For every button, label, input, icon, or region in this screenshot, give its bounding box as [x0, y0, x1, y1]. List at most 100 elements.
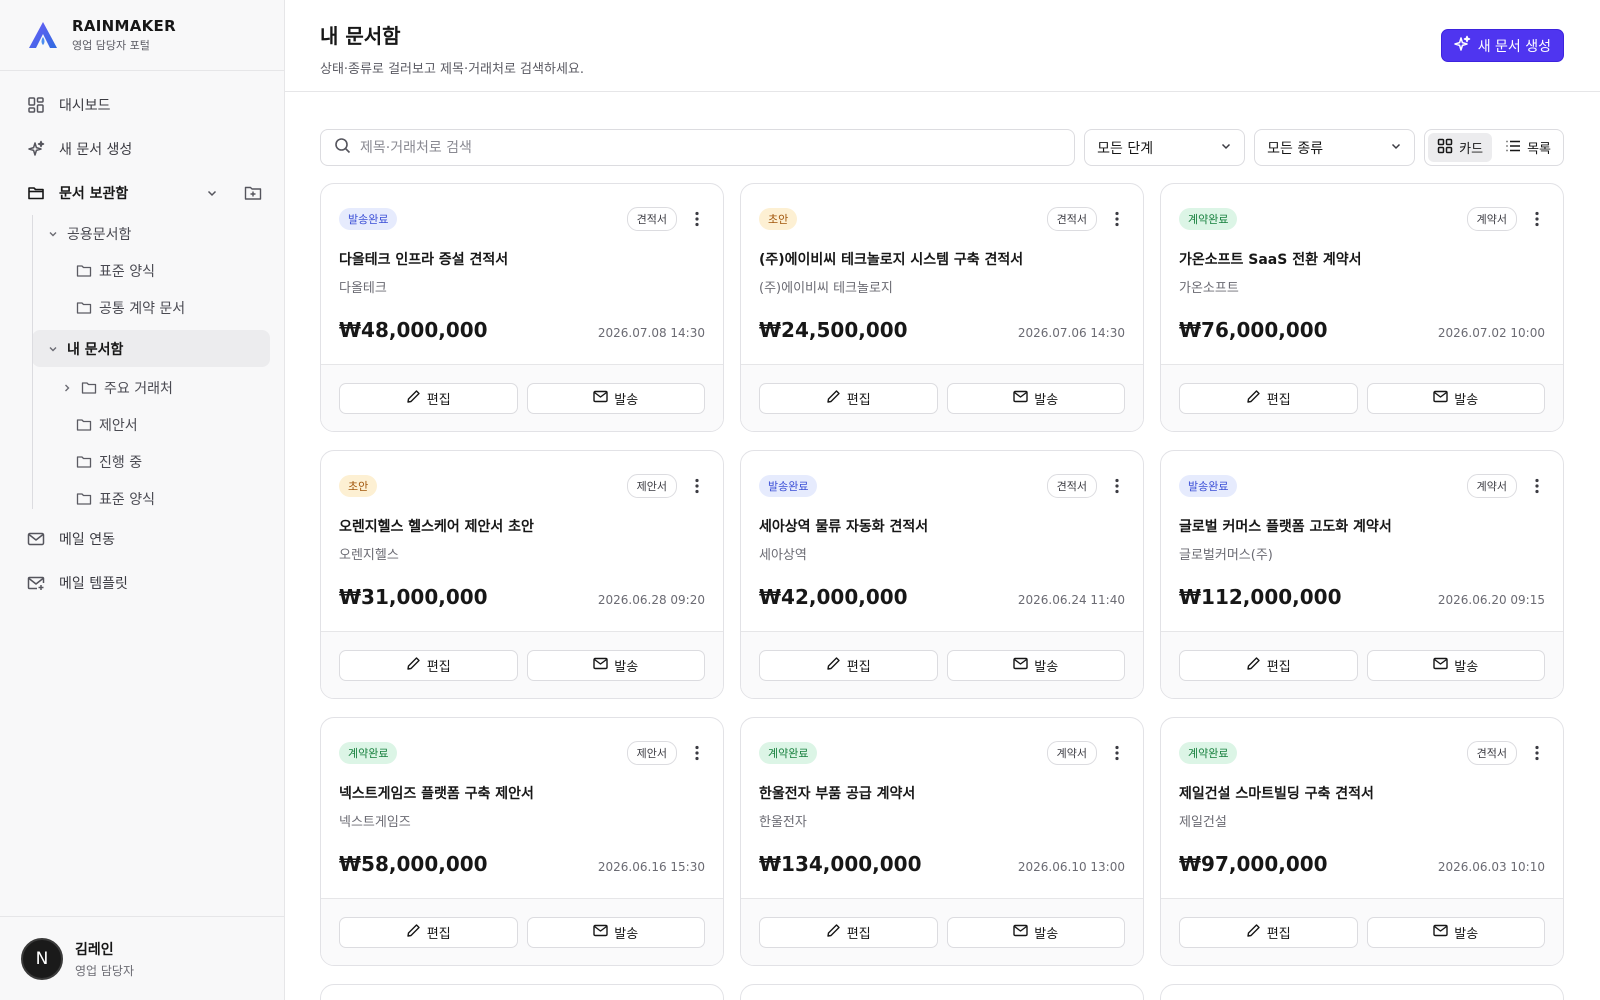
document-card[interactable]: 계약완료 견적서 제일건설 스마트빌딩 구축 견적서 제일건설 ₩97,000,…	[1160, 717, 1564, 966]
user-role: 영업 담당자	[75, 963, 135, 978]
edit-label: 편집	[426, 926, 451, 942]
brand-name: RAINMAKER	[72, 16, 176, 35]
new-document-button[interactable]: 새 문서 생성	[1440, 29, 1564, 62]
send-button[interactable]: 발송	[1366, 649, 1545, 681]
document-date: 2026.07.06 14:30	[1017, 326, 1125, 340]
folder-shared-standard[interactable]: 표준 양식	[32, 252, 270, 289]
edit-button[interactable]: 편집	[339, 382, 518, 414]
status-badge: 발송완료	[339, 208, 398, 230]
more-options-icon[interactable]	[1109, 477, 1125, 495]
edit-button[interactable]: 편집	[1179, 382, 1358, 414]
pencil-icon	[826, 923, 841, 942]
document-amount: ₩134,000,000	[759, 852, 922, 876]
sidebar-item-doc-box[interactable]: 문서 보관함	[14, 171, 270, 215]
document-amount: ₩48,000,000	[339, 318, 488, 342]
add-folder-icon[interactable]	[242, 182, 264, 204]
folder-icon	[76, 300, 92, 316]
client-name: 다올테크	[339, 281, 387, 296]
document-card[interactable]: 계약완료 계약서 가온소프트 SaaS 전환 계약서 가온소프트 ₩76,000…	[1160, 183, 1564, 432]
folder-proposals[interactable]: 제안서	[32, 406, 270, 443]
document-card[interactable]: 초안 제안서 오렌지헬스 헬스케어 제안서 초안 오렌지헬스 ₩31,000,0…	[320, 450, 724, 699]
send-button[interactable]: 발송	[1366, 916, 1545, 948]
more-options-icon[interactable]	[1109, 744, 1125, 762]
view-card-button[interactable]: 카드	[1428, 133, 1493, 162]
document-card[interactable]: 발송완료 견적서 세아상역 물류 자동화 견적서 세아상역 ₩42,000,00…	[740, 450, 1144, 699]
mail-icon	[1013, 924, 1028, 941]
edit-button[interactable]: 편집	[339, 649, 518, 681]
doc-type-badge: 견적서	[1046, 207, 1097, 231]
document-card-partial[interactable]	[320, 984, 724, 1000]
user-profile[interactable]: N 김레인 영업 담당자	[0, 916, 284, 1000]
send-button[interactable]: 발송	[946, 916, 1125, 948]
sidebar-item-dashboard[interactable]: 대시보드	[14, 83, 270, 127]
send-button[interactable]: 발송	[526, 382, 705, 414]
folder-icon	[81, 380, 97, 396]
dashboard-icon	[26, 95, 46, 115]
stage-select-value: 모든 단계	[1097, 140, 1154, 157]
status-badge: 발송완료	[759, 475, 818, 497]
document-card[interactable]: 초안 견적서 (주)에이비씨 테크놀로지 시스템 구축 견적서 (주)에이비씨 …	[740, 183, 1144, 432]
folder-my-standard[interactable]: 표준 양식	[32, 480, 270, 517]
search-box[interactable]	[320, 129, 1076, 166]
page-subtitle: 상태·종류로 걸러보고 제목·거래처로 검색하세요.	[320, 62, 584, 77]
more-options-icon[interactable]	[1529, 210, 1545, 228]
send-button[interactable]: 발송	[1366, 382, 1545, 414]
folder-shared-contracts[interactable]: 공통 계약 문서	[32, 289, 270, 326]
edit-button[interactable]: 편집	[759, 649, 938, 681]
user-name: 김레인	[75, 941, 114, 958]
document-amount: ₩42,000,000	[759, 585, 908, 609]
folder-in-progress[interactable]: 진행 중	[32, 443, 270, 480]
more-options-icon[interactable]	[1529, 744, 1545, 762]
document-amount: ₩31,000,000	[339, 585, 488, 609]
doc-type-badge: 견적서	[1466, 741, 1517, 765]
edit-button[interactable]: 편집	[1179, 649, 1358, 681]
document-amount: ₩24,500,000	[759, 318, 908, 342]
send-label: 발송	[614, 659, 639, 675]
sparkles-icon	[1453, 35, 1471, 57]
sidebar-item-new-doc[interactable]: 새 문서 생성	[14, 127, 270, 171]
edit-button[interactable]: 편집	[759, 916, 938, 948]
document-card-partial[interactable]	[740, 984, 1144, 1000]
document-title: (주)에이비씨 테크놀로지 시스템 구축 견적서	[759, 252, 1024, 268]
rainmaker-logo-icon	[26, 20, 60, 50]
sidebar-item-mail-template[interactable]: 메일 템플릿	[14, 561, 270, 605]
send-button[interactable]: 발송	[946, 382, 1125, 414]
send-button[interactable]: 발송	[946, 649, 1125, 681]
edit-button[interactable]: 편집	[759, 382, 938, 414]
more-options-icon[interactable]	[689, 210, 705, 228]
sidebar-item-mail-link[interactable]: 메일 연동	[14, 517, 270, 561]
stage-select[interactable]: 모든 단계	[1084, 129, 1246, 166]
client-name: 오렌지헬스	[339, 548, 399, 563]
folder-my-box[interactable]: 내 문서함	[32, 330, 270, 367]
folder-label: 제안서	[99, 417, 138, 434]
mail-icon	[593, 657, 608, 674]
type-select[interactable]: 모든 종류	[1254, 129, 1416, 166]
send-button[interactable]: 발송	[526, 649, 705, 681]
mail-icon	[593, 924, 608, 941]
pencil-icon	[1246, 656, 1261, 675]
more-options-icon[interactable]	[1529, 477, 1545, 495]
chevron-down-icon[interactable]	[201, 182, 223, 204]
document-card[interactable]: 계약완료 계약서 한울전자 부품 공급 계약서 한울전자 ₩134,000,00…	[740, 717, 1144, 966]
document-card[interactable]: 계약완료 제안서 넥스트게임즈 플랫폼 구축 제안서 넥스트게임즈 ₩58,00…	[320, 717, 724, 966]
pencil-icon	[826, 656, 841, 675]
view-list-button[interactable]: 목록	[1496, 133, 1560, 162]
folder-open-icon	[26, 183, 46, 203]
document-date: 2026.07.02 10:00	[1437, 326, 1545, 340]
send-button[interactable]: 발송	[526, 916, 705, 948]
document-card[interactable]: 발송완료 견적서 다올테크 인프라 증설 견적서 다올테크 ₩48,000,00…	[320, 183, 724, 432]
more-options-icon[interactable]	[689, 477, 705, 495]
type-select-value: 모든 종류	[1267, 140, 1324, 157]
folder-label: 진행 중	[99, 454, 143, 471]
edit-button[interactable]: 편집	[339, 916, 518, 948]
more-options-icon[interactable]	[1109, 210, 1125, 228]
document-card-partial[interactable]	[1160, 984, 1564, 1000]
client-name: 가온소프트	[1179, 281, 1239, 296]
folder-key-clients[interactable]: 주요 거래처	[32, 369, 270, 406]
folder-shared[interactable]: 공용문서함	[32, 215, 270, 252]
more-options-icon[interactable]	[689, 744, 705, 762]
doc-type-badge: 견적서	[626, 207, 677, 231]
search-input[interactable]	[360, 139, 1075, 156]
edit-button[interactable]: 편집	[1179, 916, 1358, 948]
document-card[interactable]: 발송완료 계약서 글로벌 커머스 플랫폼 고도화 계약서 글로벌커머스(주) ₩…	[1160, 450, 1564, 699]
